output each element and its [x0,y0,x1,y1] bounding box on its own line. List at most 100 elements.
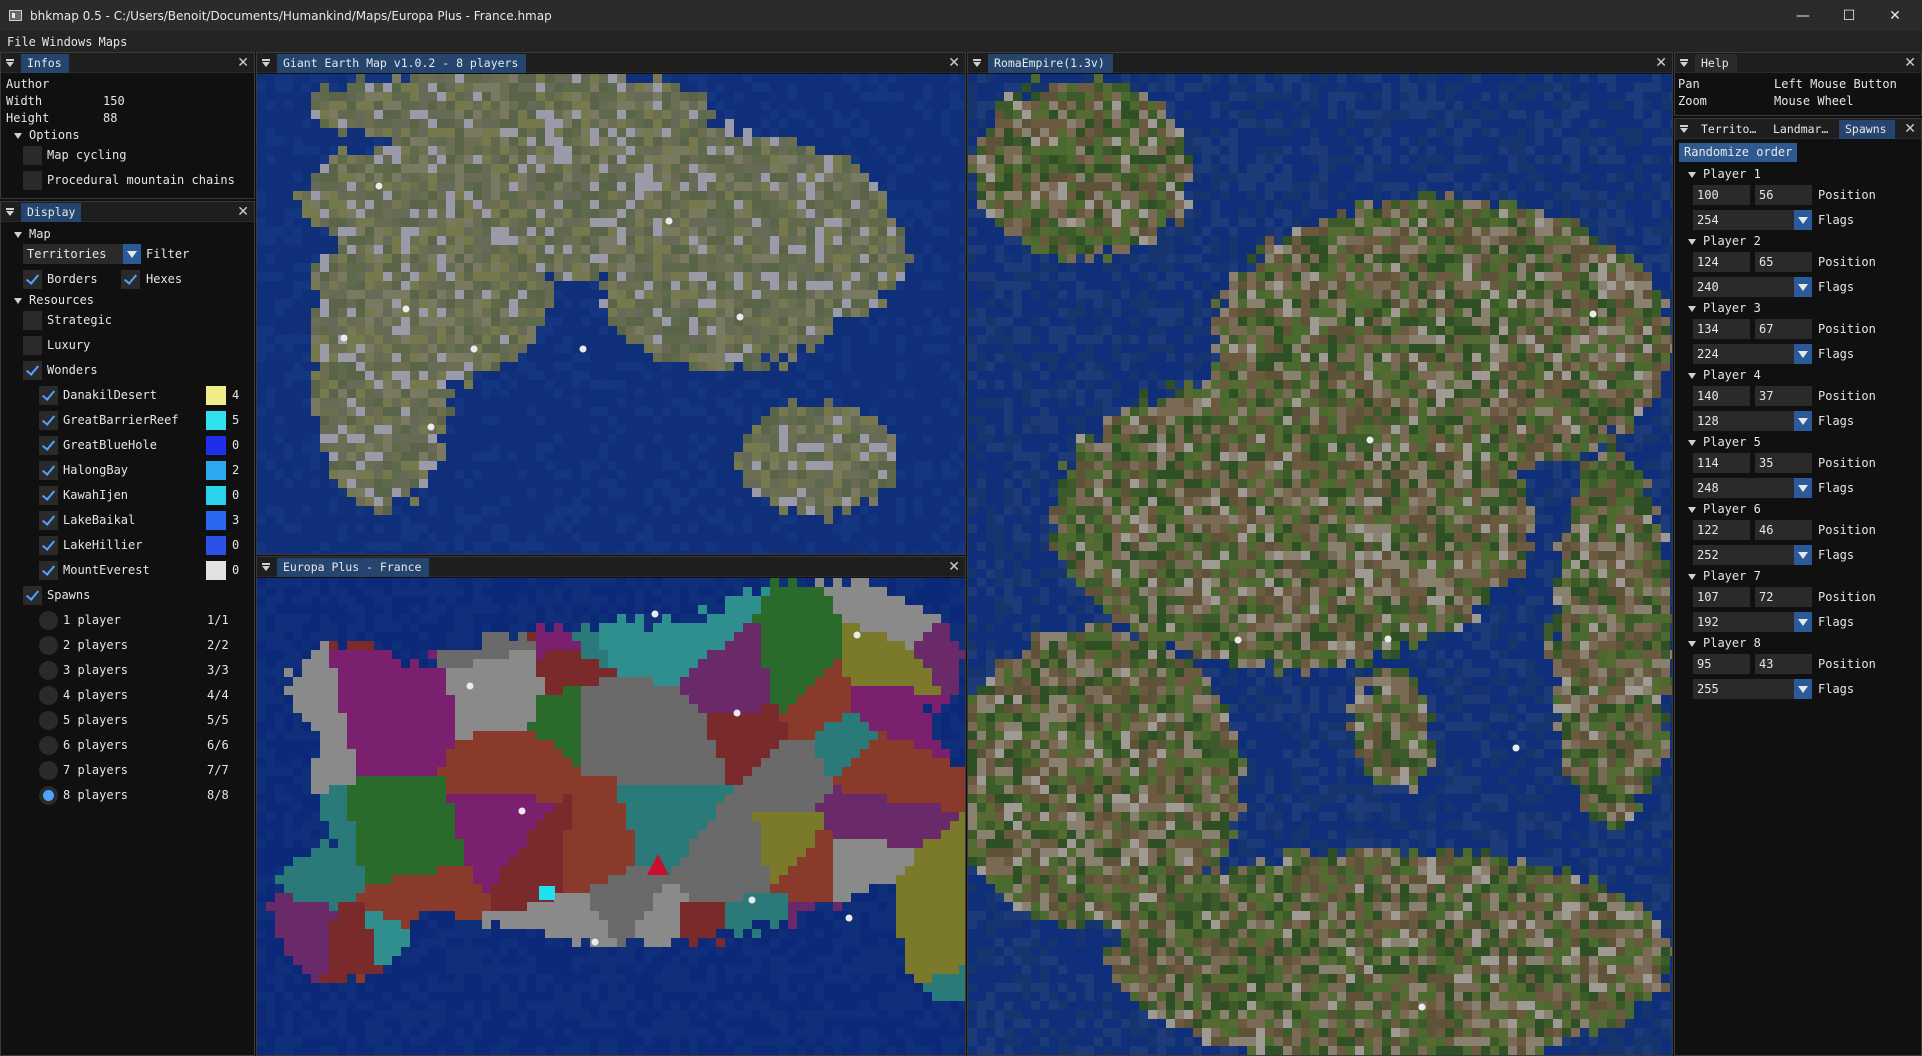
close-icon[interactable]: ✕ [1904,121,1916,137]
flags-select[interactable]: 248 [1693,478,1794,498]
position-y-input[interactable]: 67 [1755,319,1812,339]
flags-select[interactable]: 224 [1693,344,1794,364]
collapse-icon[interactable] [262,563,271,571]
close-icon[interactable]: ✕ [237,55,249,71]
spawn-count-radio[interactable] [39,636,58,655]
wonder-checkbox[interactable] [39,436,58,455]
chevron-down-icon[interactable] [1794,344,1812,364]
chevron-down-icon[interactable] [1794,277,1812,297]
collapse-icon[interactable] [262,59,271,67]
position-x-input[interactable]: 100 [1693,185,1750,205]
strategic-checkbox[interactable] [23,311,42,330]
position-y-input[interactable]: 37 [1755,386,1812,406]
spawn-count-radio[interactable] [39,686,58,705]
wonder-checkbox[interactable] [39,486,58,505]
position-x-input[interactable]: 134 [1693,319,1750,339]
tab-infos[interactable]: Infos [21,54,69,73]
randomize-order-button[interactable]: Randomize order [1679,143,1798,162]
close-icon[interactable]: ✕ [948,559,960,575]
wonder-checkbox[interactable] [39,411,58,430]
wonder-color-swatch[interactable] [206,561,226,580]
position-y-input[interactable]: 72 [1755,587,1812,607]
wonder-checkbox[interactable] [39,561,58,580]
chevron-down-icon[interactable] [1794,679,1812,699]
flags-select[interactable]: 192 [1693,612,1794,632]
menu-file[interactable]: File [7,35,36,49]
collapse-icon[interactable] [6,208,15,216]
menu-windows[interactable]: Windows [42,35,93,49]
borders-checkbox[interactable] [23,270,42,289]
map-tree-node[interactable]: Map [14,224,51,244]
collapse-icon[interactable] [6,59,15,67]
luxury-checkbox[interactable] [23,336,42,355]
tab-spawns[interactable]: Spawns [1839,120,1895,139]
wonders-checkbox[interactable] [23,361,42,380]
position-y-input[interactable]: 35 [1755,453,1812,473]
close-window-button[interactable]: ✕ [1872,0,1918,31]
wonder-color-swatch[interactable] [206,461,226,480]
tab-help[interactable]: Help [1695,54,1737,73]
player-tree-node[interactable]: Player 2 [1688,231,1761,251]
chevron-down-icon[interactable] [1794,612,1812,632]
player-tree-node[interactable]: Player 6 [1688,499,1761,519]
spawn-count-radio[interactable] [39,611,58,630]
position-x-input[interactable]: 140 [1693,386,1750,406]
wonder-color-swatch[interactable] [206,386,226,405]
flags-select[interactable]: 252 [1693,545,1794,565]
close-icon[interactable]: ✕ [1904,55,1916,71]
position-x-input[interactable]: 95 [1693,654,1750,674]
flags-select[interactable]: 128 [1693,411,1794,431]
chevron-down-icon[interactable] [123,244,141,264]
wonder-color-swatch[interactable] [206,536,226,555]
spawn-count-radio[interactable] [39,661,58,680]
chevron-down-icon[interactable] [1794,545,1812,565]
flags-select[interactable]: 255 [1693,679,1794,699]
spawn-count-radio[interactable] [39,711,58,730]
close-icon[interactable]: ✕ [1655,55,1667,71]
position-y-input[interactable]: 43 [1755,654,1812,674]
chevron-down-icon[interactable] [1794,411,1812,431]
wonder-color-swatch[interactable] [206,436,226,455]
collapse-icon[interactable] [973,59,982,67]
close-icon[interactable]: ✕ [237,204,249,220]
position-x-input[interactable]: 107 [1693,587,1750,607]
map-cycling-checkbox[interactable] [23,146,42,165]
player-tree-node[interactable]: Player 5 [1688,432,1761,452]
collapse-icon[interactable] [1680,125,1689,133]
player-tree-node[interactable]: Player 3 [1688,298,1761,318]
chevron-down-icon[interactable] [1794,478,1812,498]
position-y-input[interactable]: 65 [1755,252,1812,272]
flags-select[interactable]: 240 [1693,277,1794,297]
player-tree-node[interactable]: Player 1 [1688,164,1761,184]
wonder-checkbox[interactable] [39,536,58,555]
flags-select[interactable]: 254 [1693,210,1794,230]
position-x-input[interactable]: 122 [1693,520,1750,540]
wonder-checkbox[interactable] [39,511,58,530]
position-x-input[interactable]: 124 [1693,252,1750,272]
tab-europa-plus[interactable]: Europa Plus - France [277,558,430,577]
hexes-checkbox[interactable] [121,270,140,289]
wonder-checkbox[interactable] [39,461,58,480]
tab-roma-empire[interactable]: RomaEmpire(1.3v) [988,54,1113,73]
player-tree-node[interactable]: Player 7 [1688,566,1761,586]
spawn-count-radio[interactable] [39,761,58,780]
wonder-color-swatch[interactable] [206,511,226,530]
tab-territories[interactable]: Territo… [1695,120,1764,139]
menu-maps[interactable]: Maps [98,35,127,49]
map-mode-select[interactable]: Territories [23,244,123,264]
close-icon[interactable]: ✕ [948,55,960,71]
europa-plus-map-canvas[interactable] [257,578,965,1055]
position-y-input[interactable]: 56 [1755,185,1812,205]
collapse-icon[interactable] [1680,59,1689,67]
giant-earth-map-canvas[interactable] [257,74,965,554]
chevron-down-icon[interactable] [1794,210,1812,230]
resources-tree-node[interactable]: Resources [14,290,94,310]
roma-empire-map-canvas[interactable] [968,74,1672,1055]
player-tree-node[interactable]: Player 4 [1688,365,1761,385]
options-tree-node[interactable]: Options [14,125,80,145]
tab-giant-earth-map[interactable]: Giant Earth Map v1.0.2 - 8 players [277,54,527,73]
maximize-button[interactable]: ☐ [1826,0,1872,31]
player-tree-node[interactable]: Player 8 [1688,633,1761,653]
tab-landmarks[interactable]: Landmar… [1767,120,1836,139]
mountain-chains-checkbox[interactable] [23,171,42,190]
